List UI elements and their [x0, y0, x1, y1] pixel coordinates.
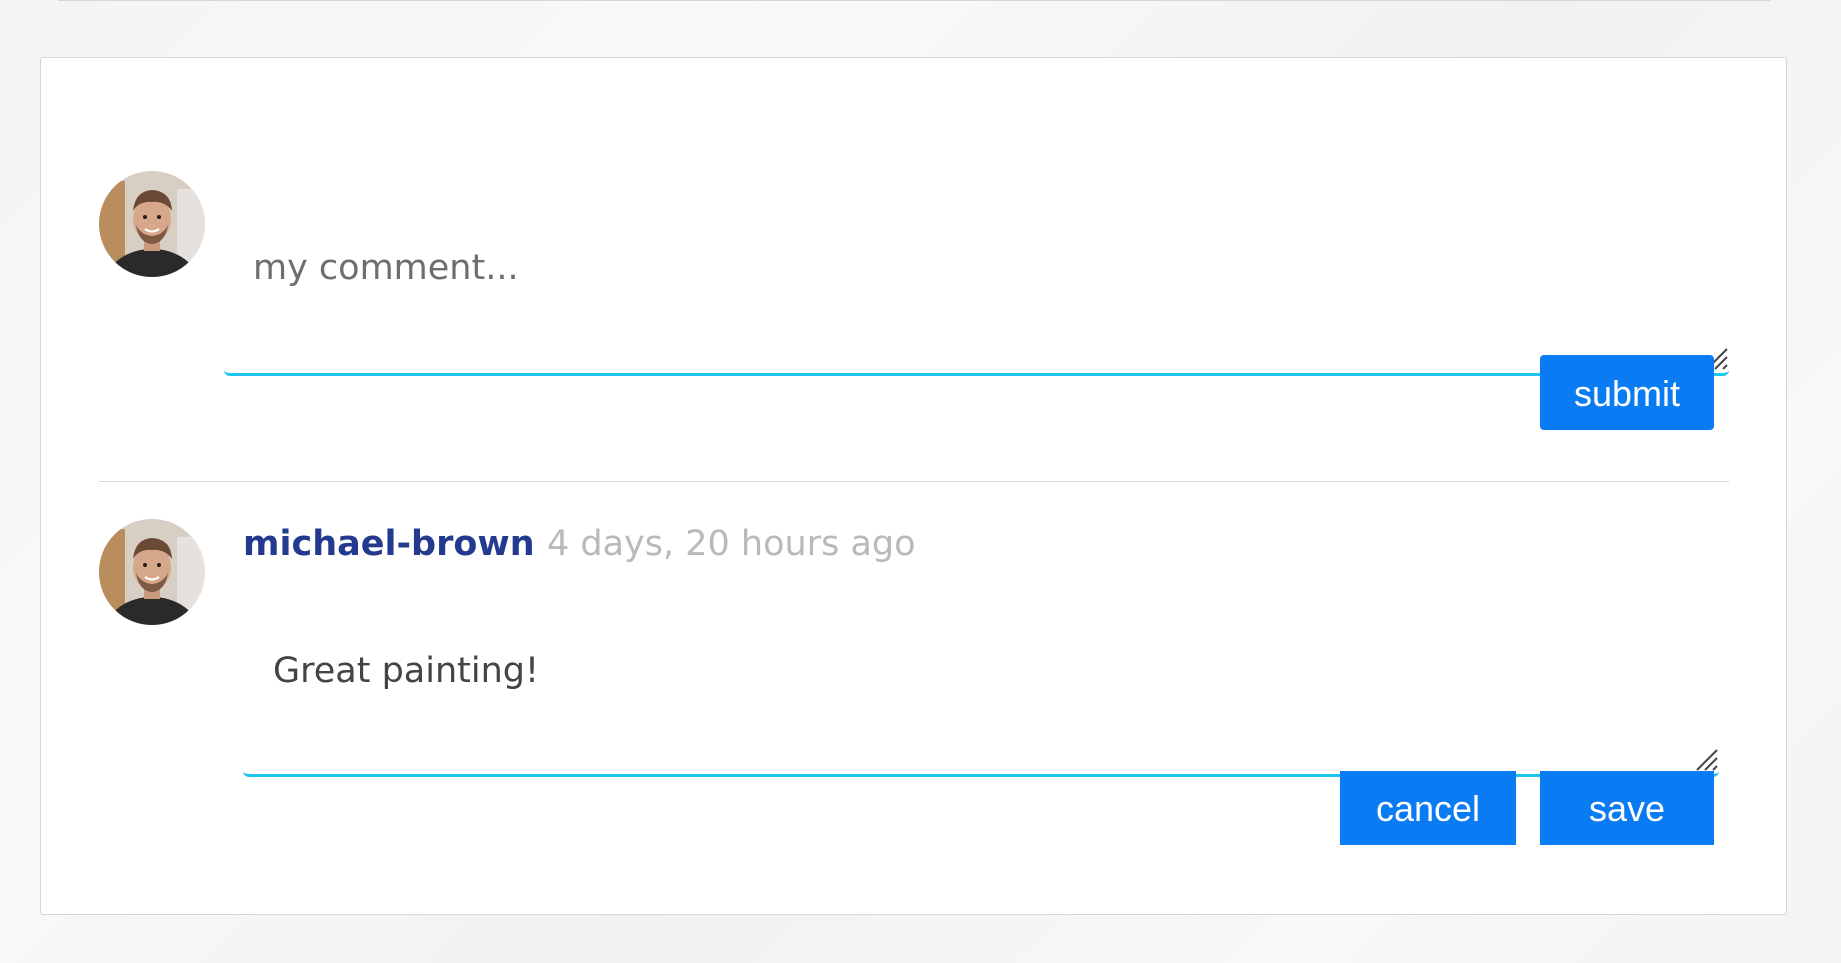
submit-button[interactable]: submit	[1540, 355, 1714, 430]
comment-edit-textarea[interactable]: Great painting!	[243, 629, 1719, 777]
avatar	[99, 171, 205, 277]
comment-edit-text: Great painting!	[273, 651, 540, 691]
top-divider	[58, 0, 1770, 1]
comments-card: my comment... submit michael-brown 4 day…	[40, 57, 1787, 915]
comment-textarea[interactable]: my comment...	[224, 208, 1729, 376]
avatar	[99, 519, 205, 625]
section-divider	[99, 481, 1729, 482]
comment-author[interactable]: michael-brown	[243, 524, 535, 564]
cancel-button[interactable]: cancel	[1340, 771, 1516, 845]
save-button[interactable]: save	[1540, 771, 1714, 845]
comment-timestamp: 4 days, 20 hours ago	[547, 524, 916, 564]
resize-grip-icon[interactable]	[1695, 748, 1719, 772]
comment-placeholder: my comment...	[253, 248, 519, 288]
